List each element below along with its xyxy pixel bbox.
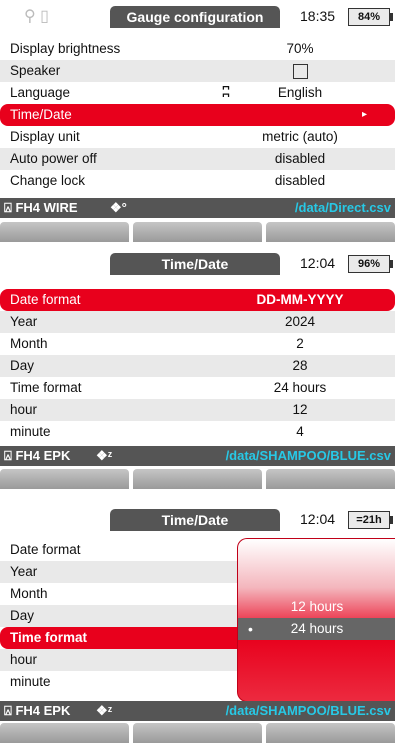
menu-item-value: DD-MM-YYYY [256,292,344,307]
speaker-checkbox[interactable] [292,63,308,79]
softkey-1[interactable] [0,222,129,242]
menu-item-display-brightness[interactable]: Display brightness 70% [0,38,395,60]
probe-icon: ⍓ [4,703,12,718]
menu-item-value: 4 [296,424,304,439]
menu-item-label: Display brightness [10,41,121,56]
plug-icon: ⚲ ▯ [24,8,49,25]
softkey-bar [0,723,395,743]
page-title: Time/Date [110,253,280,275]
clock: 18:35 [300,8,336,24]
sensor-icon: ❖ᶻ [96,448,113,463]
menu-item-label: Time/Date [10,107,72,122]
menu-item-label: Day [10,358,35,373]
menu-item-value: English [277,85,323,100]
menu-item-label: Language [10,85,71,100]
softkey-2[interactable] [133,222,262,242]
menu-item-label: Year [10,314,38,329]
status-bar: ⍓ FH4 EPK ❖ᶻ /data/SHAMPOO/BLUE.csv [0,701,395,721]
menu-item-value: 2 [296,336,304,351]
softkey-2[interactable] [133,469,262,489]
menu-item-time-date[interactable]: Time/Date ▸ [0,104,395,126]
dropdown-option-label: 24 hours [290,621,344,636]
probe-icon: ⍓ [4,448,12,463]
file-path: /data/SHAMPOO/BLUE.csv [225,703,391,718]
menu-item-label: Change lock [10,173,86,188]
time-format-dropdown-screen: Time/Date 12:04 =21h Date format Year Mo… [0,503,395,743]
battery-indicator: 96% [348,255,393,273]
file-path: /data/Direct.csv [294,200,391,215]
menu-item-label: Month [10,336,48,351]
menu-item-value: 70% [286,41,314,56]
softkey-2[interactable] [133,723,262,743]
time-date-screen: Time/Date 12:04 96% Date format DD-MM-YY… [0,247,395,495]
clock: 12:04 [300,511,336,527]
menu-item-label: Month [10,586,48,601]
menu-item-value: 2024 [284,314,316,329]
menu-item-label: Speaker [10,63,61,78]
menu-item-value: 12 [292,402,308,417]
selected-dot-icon: • [248,621,253,637]
menu-item-label: hour [10,652,38,667]
softkey-3[interactable] [266,723,395,743]
menu-item-month[interactable]: Month 2 [0,333,395,355]
softkey-1[interactable] [0,723,129,743]
softkey-bar [0,222,395,242]
header: Time/Date 12:04 96% [0,247,395,277]
battery-indicator: =21h [348,511,393,529]
menu-item-day[interactable]: Day 28 [0,355,395,377]
gauge-configuration-screen: ⚲ ▯ Gauge configuration 18:35 84% Displa… [0,0,395,242]
menu-item-change-lock[interactable]: Change lock disabled [0,170,395,192]
menu-item-language[interactable]: Language ʭ English [0,82,395,104]
chevron-right-icon: ▸ [361,109,367,120]
device-name: FH4 WIRE [15,200,78,215]
sensor-icon: ❖ᶻ [96,703,113,718]
menu-item-hour[interactable]: hour 12 [0,399,395,421]
menu-item-label: Year [10,564,38,579]
time-format-dropdown: 12 hours • 24 hours [237,538,395,702]
probe-icon: ⍓ [4,200,12,215]
device-name: FH4 EPK [15,703,71,718]
menu-item-speaker[interactable]: Speaker [0,60,395,82]
softkey-1[interactable] [0,469,129,489]
header: ⚲ ▯ Gauge configuration 18:35 84% [0,0,395,30]
menu-item-value: disabled [274,173,326,188]
device-name: FH4 EPK [15,448,71,463]
battery-indicator: 84% [348,8,393,26]
dropdown-option-24-hours[interactable]: • 24 hours [238,618,395,640]
file-path: /data/SHAMPOO/BLUE.csv [225,448,391,463]
menu-item-label: Display unit [10,129,80,144]
softkey-3[interactable] [266,222,395,242]
menu-item-value: 28 [292,358,308,373]
menu-item-label: Date format [10,292,81,307]
header: Time/Date 12:04 =21h [0,503,395,533]
menu-item-label: Time format [10,630,88,645]
menu-item-label: Auto power off [10,151,97,166]
menu-item-label: Day [10,608,35,623]
menu-item-display-unit[interactable]: Display unit metric (auto) [0,126,395,148]
status-bar: ⍓ FH4 WIRE ❖° /data/Direct.csv [0,198,395,218]
menu-item-label: hour [10,402,38,417]
page-title: Time/Date [110,509,280,531]
menu-item-label: minute [10,424,51,439]
menu-item-label: minute [10,674,51,689]
status-bar: ⍓ FH4 EPK ❖ᶻ /data/SHAMPOO/BLUE.csv [0,446,395,466]
menu-item-minute[interactable]: minute 4 [0,421,395,443]
page-title: Gauge configuration [110,6,280,28]
dropdown-option-12-hours[interactable]: 12 hours [238,596,395,618]
softkey-3[interactable] [266,469,395,489]
menu-item-value: metric (auto) [262,129,338,144]
menu-item-date-format[interactable]: Date format DD-MM-YYYY [0,289,395,311]
clock: 12:04 [300,255,336,271]
softkey-bar [0,469,395,489]
menu-item-label: Date format [10,542,81,557]
menu-item-value: disabled [274,151,326,166]
sensor-icon: ❖° [110,200,127,215]
menu-item-label: Time format [10,380,82,395]
menu-item-auto-power-off[interactable]: Auto power off disabled [0,148,395,170]
menu-item-value: 24 hours [273,380,327,395]
menu-item-year[interactable]: Year 2024 [0,311,395,333]
menu-item-time-format[interactable]: Time format 24 hours [0,377,395,399]
